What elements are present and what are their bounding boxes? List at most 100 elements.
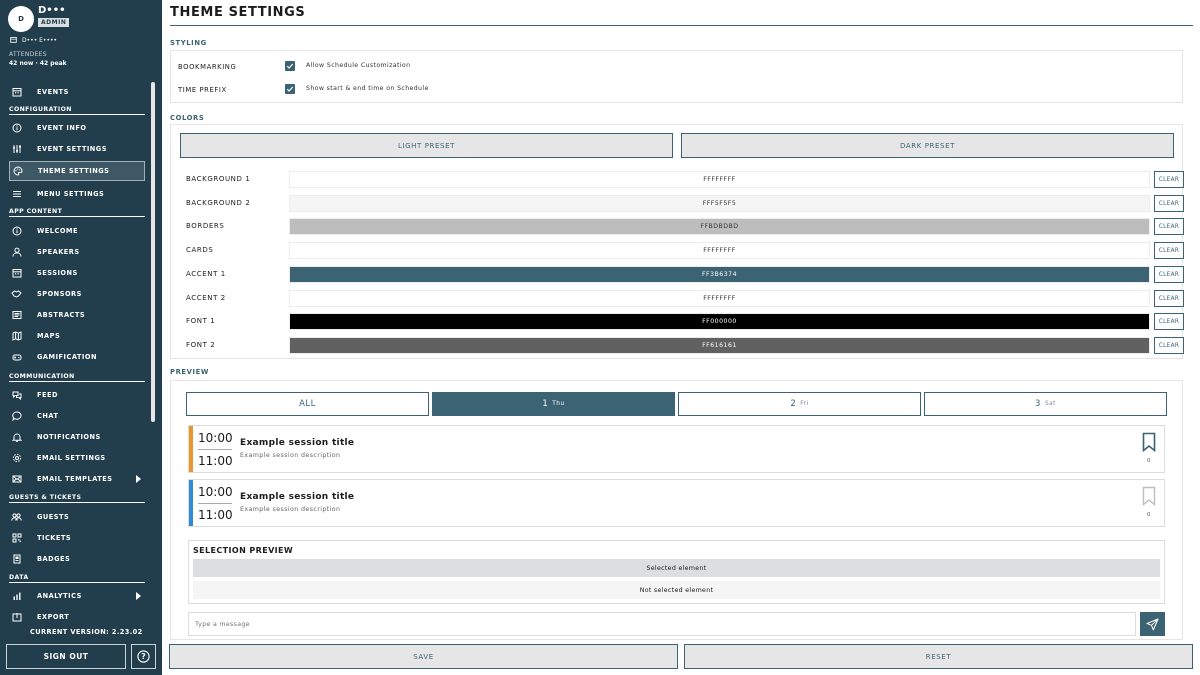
send-button[interactable] — [1140, 612, 1165, 636]
selection-preview: SELECTION PREVIEW Selected element Not s… — [188, 540, 1165, 604]
help-glyph: ? — [141, 652, 146, 661]
nav-item-sessions[interactable]: SESSIONS — [9, 263, 145, 283]
nav-item-badges[interactable]: BADGES — [9, 549, 145, 569]
bookmark-icon[interactable] — [1142, 486, 1156, 506]
nav-label: GUESTS — [37, 513, 70, 521]
sign-out-button[interactable]: SIGN OUT — [6, 644, 126, 669]
message-input[interactable] — [188, 612, 1136, 636]
bookmarking-checkbox[interactable] — [285, 61, 295, 71]
divider — [9, 114, 145, 115]
qr-code-icon — [11, 533, 22, 544]
handshake-icon — [11, 289, 22, 300]
color-value-field[interactable]: FF000000 — [289, 313, 1150, 330]
bell-icon — [11, 432, 22, 443]
dark-preset-button[interactable]: DARK PRESET — [681, 133, 1174, 158]
color-label: FONT 1 — [186, 317, 216, 325]
nav-item-welcome[interactable]: WELCOME — [9, 221, 145, 241]
color-value-field[interactable]: FF3B6374 — [289, 266, 1150, 283]
session-description: Example session description — [240, 452, 341, 459]
session-title: Example session title — [240, 492, 355, 502]
session-end-time: 11:00 — [198, 454, 233, 468]
bookmark-icon[interactable] — [1142, 432, 1156, 453]
nav-label: THEME SETTINGS — [38, 167, 110, 175]
nav-item-feed[interactable]: FEED — [9, 385, 145, 405]
session-color-bar — [189, 480, 193, 526]
nav-item-events[interactable]: EVENTS — [9, 82, 145, 102]
day-tab-weekday: Sat — [1044, 401, 1056, 407]
nav-item-sponsors[interactable]: SPONSORS — [9, 284, 145, 304]
time-prefix-label: TIME PREFIX — [178, 86, 227, 94]
expand-arrow-icon[interactable] — [136, 592, 141, 600]
color-value-field[interactable]: FFBDBDBD — [289, 218, 1150, 235]
avatar[interactable]: D — [8, 6, 34, 32]
nav-item-notifications[interactable]: NOTIFICATIONS — [9, 427, 145, 447]
sidebar: D D••• ADMIN D••• E•••• ATTENDEES 42 now… — [0, 0, 162, 675]
day-tab[interactable]: ALL — [186, 392, 429, 416]
session-description: Example session description — [240, 506, 341, 513]
color-value-field[interactable]: FFFFFFFF — [289, 171, 1150, 188]
nav-item-speakers[interactable]: SPEAKERS — [9, 242, 145, 262]
bookmarking-label: BOOKMARKING — [178, 63, 237, 71]
session-card[interactable]: 10:00 11:00 Example session title Example s… — [188, 425, 1165, 473]
help-button[interactable]: ? — [131, 644, 156, 669]
clear-button[interactable]: CLEAR — [1154, 266, 1184, 283]
bookmarking-description: Allow Schedule Customization — [306, 62, 411, 69]
person-icon — [11, 247, 22, 258]
color-value-field[interactable]: FFF5F5F5 — [289, 195, 1150, 212]
session-card[interactable]: 10:00 11:00 Example session title Example s… — [188, 479, 1165, 527]
color-label: BACKGROUND 1 — [186, 175, 251, 183]
nav-item-menu-settings[interactable]: MENU SETTINGS — [9, 184, 145, 204]
nav-item-email-settings[interactable]: EMAIL SETTINGS — [9, 448, 145, 468]
clear-button[interactable]: CLEAR — [1154, 171, 1184, 188]
nav-item-chat[interactable]: CHAT — [9, 406, 145, 426]
nav-item-event-info[interactable]: EVENT INFO — [9, 118, 145, 138]
badge-icon — [11, 554, 22, 565]
nav-label: ANALYTICS — [37, 592, 82, 600]
preview-section-title: PREVIEW — [170, 368, 209, 376]
nav-item-guests[interactable]: GUESTS — [9, 507, 145, 527]
nav-item-analytics[interactable]: ANALYTICS — [9, 586, 145, 606]
session-title: Example session title — [240, 438, 355, 448]
export-icon — [11, 612, 22, 623]
selected-element-row[interactable]: Selected element — [193, 559, 1160, 577]
nav-item-event-settings[interactable]: EVENT SETTINGS — [9, 139, 145, 159]
color-label: BORDERS — [186, 222, 225, 230]
sidebar-scrollbar[interactable] — [151, 82, 155, 422]
nav-label: EXPORT — [37, 613, 70, 621]
colors-panel: LIGHT PRESET DARK PRESET BACKGROUND 1 FFF… — [170, 124, 1184, 359]
clear-button[interactable]: CLEAR — [1154, 195, 1184, 212]
nav-label: SPONSORS — [37, 290, 82, 298]
nav-label: SESSIONS — [37, 269, 78, 277]
nav-item-abstracts[interactable]: ABSTRACTS — [9, 305, 145, 325]
nav-item-gamification[interactable]: GAMIFICATION — [9, 347, 145, 367]
clear-button[interactable]: CLEAR — [1154, 218, 1184, 235]
day-tab[interactable]: 2 Fri — [678, 392, 921, 416]
day-tab-weekday: Fri — [800, 401, 809, 407]
nav-item-export[interactable]: EXPORT — [9, 607, 145, 622]
nav-item-tickets[interactable]: TICKETS — [9, 528, 145, 548]
day-tab-number: ALL — [299, 399, 316, 409]
not-selected-element-row[interactable]: Not selected element — [193, 581, 1160, 599]
color-value-field[interactable]: FFFFFFFF — [289, 290, 1150, 307]
day-tab[interactable]: 3 Sat — [924, 392, 1167, 416]
session-start-time: 10:00 — [198, 485, 233, 499]
expand-arrow-icon[interactable] — [136, 475, 141, 483]
light-preset-button[interactable]: LIGHT PRESET — [180, 133, 673, 158]
nav-label: MENU SETTINGS — [37, 190, 105, 198]
clear-button[interactable]: CLEAR — [1154, 290, 1184, 307]
gamepad-icon — [11, 352, 22, 363]
time-prefix-checkbox[interactable] — [285, 84, 295, 94]
nav-item-email-templates[interactable]: EMAIL TEMPLATES — [9, 469, 145, 489]
color-value-field[interactable]: FF616161 — [289, 337, 1150, 354]
clear-button[interactable]: CLEAR — [1154, 242, 1184, 259]
day-tab[interactable]: 1 Thu — [432, 392, 675, 416]
nav-label: CHAT — [37, 412, 59, 420]
save-button[interactable]: SAVE — [169, 644, 678, 669]
nav-item-maps[interactable]: MAPS — [9, 326, 145, 346]
clear-button[interactable]: CLEAR — [1154, 337, 1184, 354]
color-value-field[interactable]: FFFFFFFF — [289, 242, 1150, 259]
reset-button[interactable]: RESET — [684, 644, 1193, 669]
envelope-icon — [11, 474, 22, 485]
clear-button[interactable]: CLEAR — [1154, 313, 1184, 330]
nav-item-theme-settings[interactable]: THEME SETTINGS — [9, 161, 145, 181]
